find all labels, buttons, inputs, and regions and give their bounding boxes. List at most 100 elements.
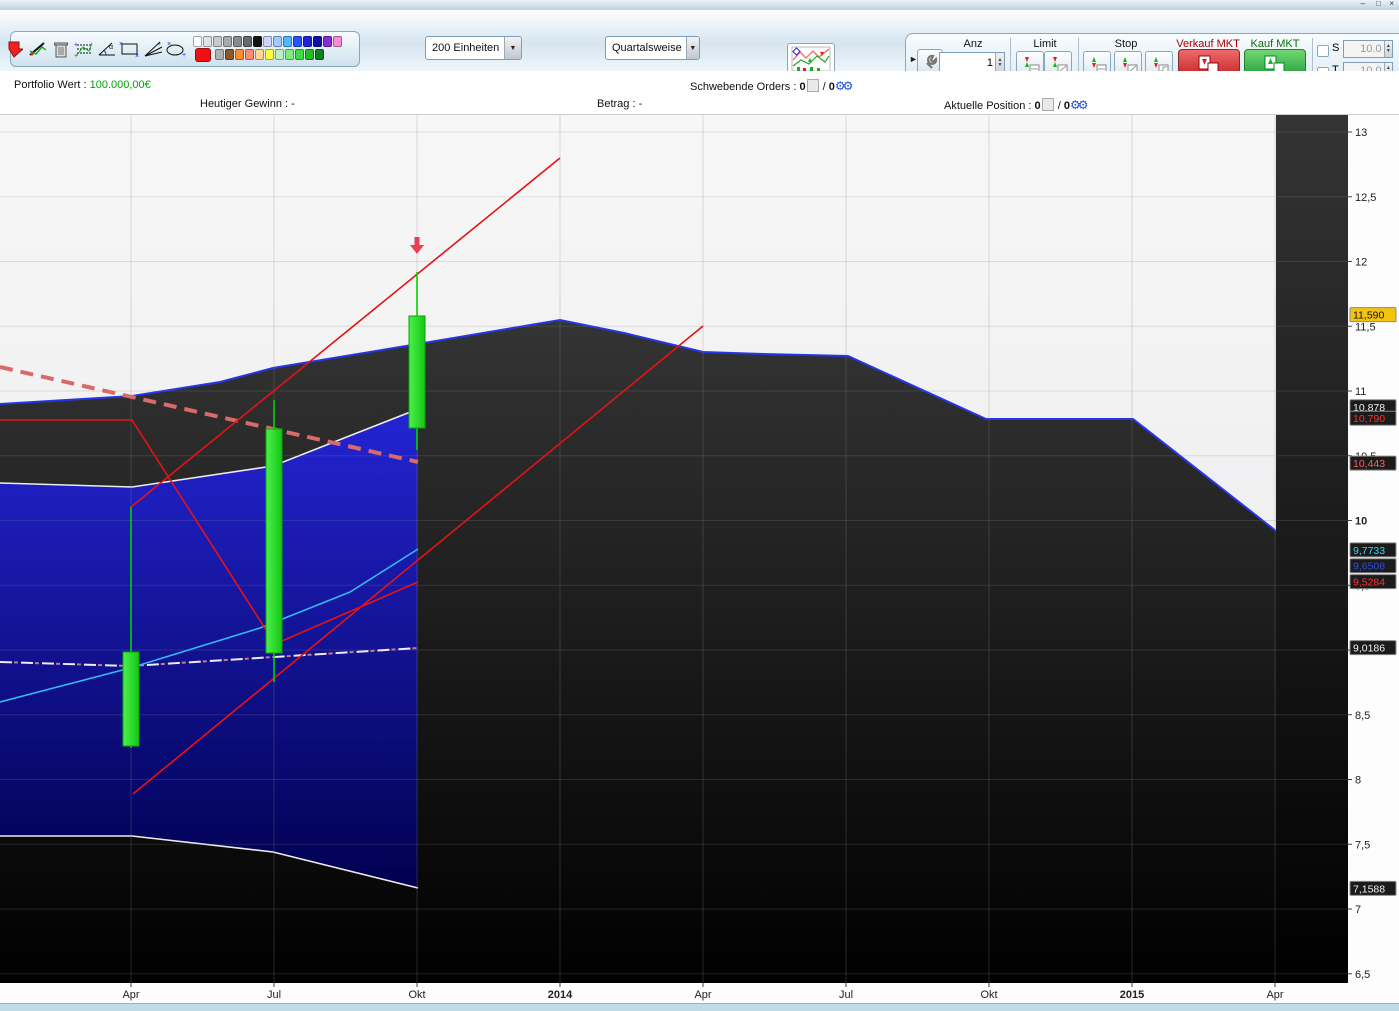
color-swatch[interactable]	[265, 49, 274, 60]
color-swatch[interactable]	[243, 36, 252, 47]
price-level-badge-text: 11,590	[1353, 310, 1384, 322]
chart-type-icon	[791, 46, 831, 72]
color-swatch[interactable]	[283, 36, 292, 47]
horizontal-scrollbar	[0, 1003, 1399, 1011]
color-swatch[interactable]	[323, 36, 332, 47]
aktuelle-position-label: Aktuelle Position :	[944, 100, 1031, 112]
color-swatch[interactable]	[305, 49, 314, 60]
slash: /	[1058, 100, 1061, 112]
stop-checkbox[interactable]	[1317, 45, 1329, 57]
sell-signal-arrow-icon	[415, 237, 420, 246]
x-tick-label: 2014	[548, 989, 573, 1001]
stop-distance-input	[1344, 43, 1384, 55]
color-swatch[interactable]	[275, 49, 284, 60]
maximize-icon[interactable]: □	[1376, 0, 1381, 9]
quantity-stepper[interactable]: ▲▼	[939, 52, 1005, 73]
heutiger-gewinn: Heutiger Gewinn : -	[200, 98, 295, 110]
color-swatch[interactable]	[253, 36, 262, 47]
price-level-badge-text: 10,790	[1353, 413, 1385, 425]
color-swatch[interactable]	[285, 49, 294, 60]
orders-count: 0	[799, 81, 805, 93]
drawing-toolbar: ++ α ×× + ×+ 200 Einheiten ▼ Quartalswei…	[0, 10, 1399, 72]
color-swatch[interactable]	[255, 49, 264, 60]
orders-settings-gear-icon[interactable]: ⚙⚙	[835, 79, 851, 93]
x-tick-label: 2015	[1120, 989, 1144, 1001]
price-level-badge-text: 9,7733	[1353, 545, 1385, 557]
color-swatch[interactable]	[223, 36, 232, 47]
color-swatch[interactable]	[203, 36, 212, 47]
delete-drawing-trash-icon[interactable]	[49, 36, 72, 62]
spinner-arrows-icon[interactable]: ▲▼	[995, 53, 1004, 72]
price-chart-canvas[interactable]: 1312,51211,51110,5109,598,587,576,52013A…	[0, 115, 1399, 1011]
color-swatch[interactable]	[303, 36, 312, 47]
x-tick-label: Apr	[122, 989, 139, 1001]
svg-text:+: +	[157, 41, 161, 48]
color-palette	[193, 35, 343, 63]
minimize-icon[interactable]: ‒	[1361, 0, 1365, 9]
red-arrow-icon[interactable]	[3, 36, 26, 62]
position-list-icon[interactable]	[1042, 98, 1054, 111]
ellipse-tool-icon[interactable]: ×+	[164, 36, 187, 62]
betrag: Betrag : -	[597, 98, 642, 110]
y-tick-label: 8	[1355, 775, 1361, 787]
s-label: S	[1332, 42, 1339, 54]
limit-label: Limit	[1033, 38, 1056, 50]
anz-label: Anz	[964, 38, 983, 50]
y-tick-label: 12,5	[1355, 192, 1376, 204]
color-swatch[interactable]	[225, 49, 234, 60]
position-count: 0	[1035, 100, 1041, 112]
position-settings-gear-icon[interactable]: ⚙⚙	[1070, 98, 1086, 112]
portfolio-wert-label: Portfolio Wert :	[14, 79, 87, 91]
color-swatch[interactable]	[315, 49, 324, 60]
period-dropdown[interactable]: Quartalsweise ▼	[605, 36, 700, 60]
x-tick-label: Okt	[980, 989, 997, 1001]
fan-lines-tool-icon[interactable]: +	[141, 36, 164, 62]
multi-trendline-icon[interactable]: ++	[72, 36, 95, 62]
units-dropdown[interactable]: 200 Einheiten ▼	[425, 36, 522, 60]
price-level-badge-text: 7,1588	[1353, 883, 1385, 895]
color-swatch[interactable]	[293, 36, 302, 47]
portfolio-info-bar: Portfolio Wert : 100.000,00€ Schwebende …	[0, 71, 1399, 115]
candle-body	[409, 316, 425, 428]
price-chart[interactable]: 1312,51211,51110,5109,598,587,576,52013A…	[0, 115, 1399, 1011]
chevron-down-icon: ▼	[686, 37, 699, 59]
quantity-input[interactable]	[940, 57, 995, 69]
chevron-down-icon: ▼	[504, 37, 521, 59]
price-level-badge-text: 9,6508	[1353, 561, 1385, 573]
y-tick-label: 7,5	[1355, 839, 1370, 851]
svg-text:α: α	[109, 44, 113, 51]
color-swatch[interactable]	[233, 36, 242, 47]
order-list-icon[interactable]	[807, 79, 819, 92]
price-level-badge-text: 9,5284	[1353, 577, 1385, 589]
color-swatch[interactable]	[193, 36, 202, 47]
angle-tool-icon[interactable]: α	[95, 36, 118, 62]
svg-text:×: ×	[167, 41, 171, 48]
color-swatch[interactable]	[263, 36, 272, 47]
y-tick-label: 11	[1355, 386, 1366, 398]
svg-text:+: +	[74, 53, 78, 59]
candle-body	[266, 429, 282, 653]
color-swatch[interactable]	[333, 36, 342, 47]
y-tick-label: 6,5	[1355, 969, 1370, 981]
close-icon[interactable]: ×	[1389, 0, 1394, 9]
color-swatch[interactable]	[215, 49, 224, 60]
color-swatch[interactable]	[245, 49, 254, 60]
rectangle-tool-icon[interactable]: ××	[118, 36, 141, 62]
price-level-badge-text: 10,443	[1353, 458, 1385, 470]
period-dropdown-value: Quartalsweise	[606, 42, 686, 54]
x-tick-label: Okt	[408, 989, 425, 1001]
draw-trendline-pencil-icon[interactable]	[26, 36, 49, 62]
wrench-icon	[922, 54, 938, 70]
price-level-badge-text: 9,0186	[1353, 643, 1385, 655]
color-swatch[interactable]	[313, 36, 322, 47]
stop-label: Stop	[1115, 38, 1138, 50]
color-swatch[interactable]	[235, 49, 244, 60]
y-tick-label: 11,5	[1355, 321, 1376, 333]
color-swatch[interactable]	[273, 36, 282, 47]
selected-color-swatch[interactable]	[195, 48, 211, 62]
x-tick-label: Apr	[1266, 989, 1283, 1001]
future-margin-strip	[1276, 115, 1348, 983]
color-swatch[interactable]	[213, 36, 222, 47]
color-swatch[interactable]	[295, 49, 304, 60]
y-tick-label: 10	[1355, 516, 1367, 528]
